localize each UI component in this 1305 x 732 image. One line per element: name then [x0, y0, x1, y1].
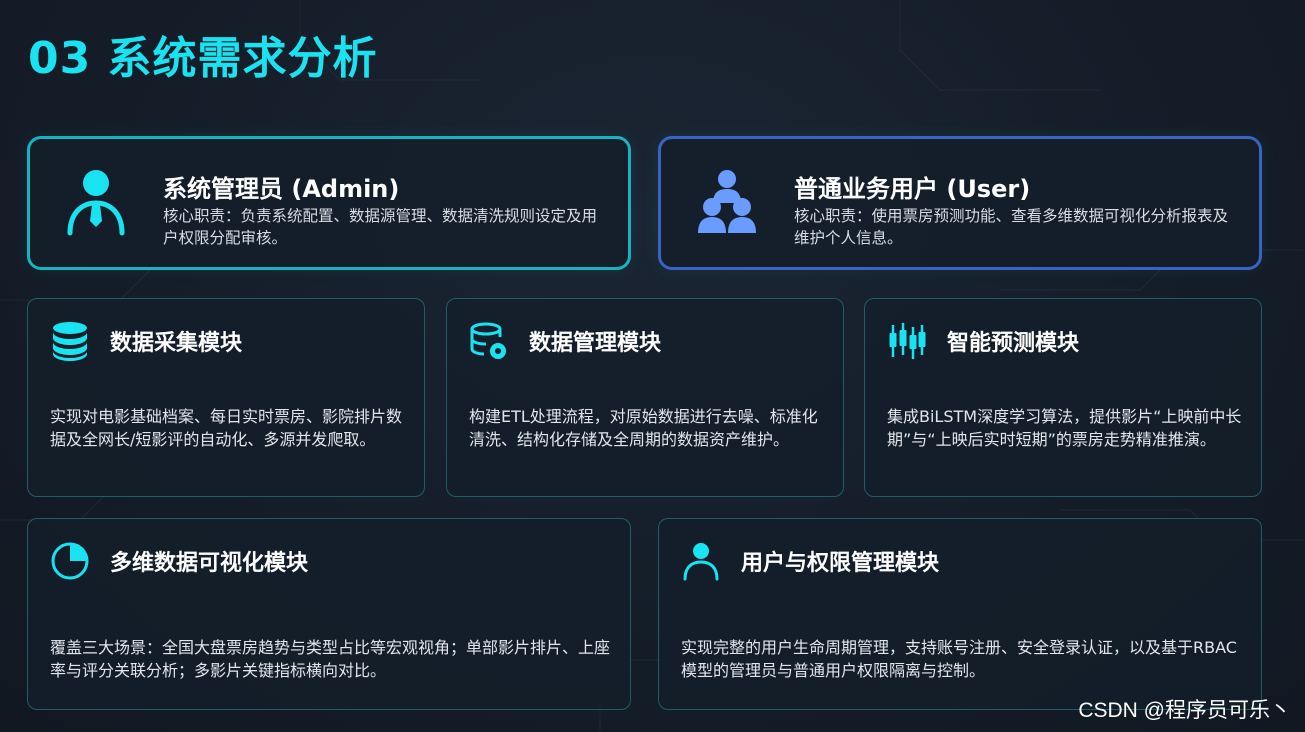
user-outline-icon — [683, 543, 719, 581]
database-stack-icon — [53, 322, 87, 361]
module-title: 数据采集模块 — [110, 331, 243, 356]
database-gear-icon — [470, 322, 506, 359]
page-title: 03 系统需求分析 — [28, 33, 378, 84]
module-card-user-permission: 用户与权限管理模块 实现完整的用户生命周期管理，支持账号注册、安全登录认证，以及… — [658, 518, 1262, 710]
module-title: 多维数据可视化模块 — [110, 551, 309, 576]
admin-person-icon — [67, 170, 125, 236]
module-card-visualization: 多维数据可视化模块 覆盖三大场景：全国大盘票房趋势与类型占比等宏观视角；单部影片… — [27, 518, 631, 710]
watermark: CSDN @程序员可乐丶 — [1078, 699, 1291, 722]
user-group-icon — [698, 170, 756, 233]
module-description: 覆盖三大场景：全国大盘票房趋势与类型占比等宏观视角；单部影片排片、上座率与评分关… — [50, 638, 611, 680]
module-title: 数据管理模块 — [529, 331, 662, 356]
candlestick-icon — [889, 323, 926, 359]
role-description: 核心职责：使用票房预测功能、查看多维数据可视化分析报表及维护个人信息。 — [794, 207, 1229, 247]
module-title: 用户与权限管理模块 — [741, 551, 940, 576]
role-title: 普通业务用户 (User) — [794, 175, 1031, 203]
role-description: 核心职责：负责系统配置、数据源管理、数据清洗规则设定及用户权限分配审核。 — [163, 207, 598, 247]
module-card-prediction: 智能预测模块 集成BiLSTM深度学习算法，提供影片“上映前中长期”与“上映后实… — [864, 298, 1262, 497]
module-card-data-management: 数据管理模块 构建ETL处理流程，对原始数据进行去噪、标准化清洗、结构化存储及全… — [446, 298, 844, 497]
module-description: 实现对电影基础档案、每日实时票房、影院排片数据及全网长/短影评的自动化、多源并发… — [50, 407, 403, 449]
module-title: 智能预测模块 — [947, 331, 1080, 356]
role-card-admin: 系统管理员 (Admin) 核心职责：负责系统配置、数据源管理、数据清洗规则设定… — [27, 136, 631, 270]
module-description: 实现完整的用户生命周期管理，支持账号注册、安全登录认证，以及基于RBAC模型的管… — [681, 638, 1237, 680]
pie-chart-icon — [51, 542, 89, 580]
module-card-data-collection: 数据采集模块 实现对电影基础档案、每日实时票房、影院排片数据及全网长/短影评的自… — [27, 298, 425, 497]
role-card-user: 普通业务用户 (User) 核心职责：使用票房预测功能、查看多维数据可视化分析报… — [658, 136, 1262, 270]
module-description: 构建ETL处理流程，对原始数据进行去噪、标准化清洗、结构化存储及全周期的数据资产… — [469, 407, 818, 449]
module-description: 集成BiLSTM深度学习算法，提供影片“上映前中长期”与“上映后实时短期”的票房… — [887, 407, 1242, 449]
role-title: 系统管理员 (Admin) — [163, 175, 400, 203]
